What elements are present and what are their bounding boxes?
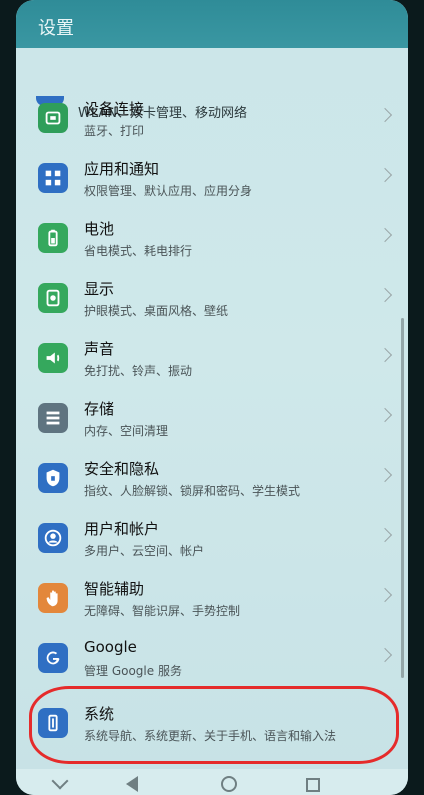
chevron-right-icon xyxy=(377,287,393,303)
item-subtitle: 免打扰、铃声、振动 xyxy=(84,364,193,378)
settings-item-sound[interactable]: 声音 免打扰、铃声、振动 xyxy=(16,330,408,390)
item-label: Google xyxy=(84,638,137,656)
settings-item-battery[interactable]: 电池 省电模式、耗电排行 xyxy=(16,210,408,270)
sound-icon xyxy=(38,343,68,373)
home-icon[interactable] xyxy=(221,776,237,792)
item-subtitle: 管理 Google 服务 xyxy=(84,664,182,678)
chevron-right-icon xyxy=(377,587,393,603)
item-subtitle: 省电模式、耗电排行 xyxy=(84,244,193,258)
shield-icon xyxy=(38,463,68,493)
item-label: 安全和隐私 xyxy=(84,460,160,478)
settings-item-apps-notifications[interactable]: 应用和通知 权限管理、默认应用、应用分身 xyxy=(16,150,408,210)
chevron-right-icon xyxy=(377,647,393,663)
chevron-right-icon xyxy=(377,467,393,483)
settings-item-storage[interactable]: 存储 内存、空间清理 xyxy=(16,390,408,450)
item-subtitle: 蓝牙、打印 xyxy=(84,124,145,138)
settings-item-users-accounts[interactable]: 用户和帐户 多用户、云空间、帐户 xyxy=(16,510,408,570)
page-title: 设置 xyxy=(38,18,74,39)
recent-apps-icon[interactable] xyxy=(306,778,320,792)
item-subtitle: 指纹、人脸解锁、锁屏和密码、学生模式 xyxy=(84,484,301,498)
chevron-right-icon xyxy=(377,227,393,243)
google-icon xyxy=(38,643,68,673)
item-subtitle: 权限管理、默认应用、应用分身 xyxy=(84,184,253,198)
header: 设置 xyxy=(16,0,408,48)
hand-icon xyxy=(38,583,68,613)
item-label: 声音 xyxy=(84,340,115,358)
display-icon xyxy=(38,283,68,313)
item-label: 显示 xyxy=(84,280,115,298)
item-label: 电池 xyxy=(84,220,115,238)
phone-screen: 设置 WLAN、双卡管理、移动网络 设备连接 蓝牙、打印 应用和通知 权限管理、… xyxy=(16,0,408,795)
apps-grid-icon xyxy=(38,163,68,193)
item-label: 存储 xyxy=(84,400,115,418)
item-subtitle: 无障碍、智能识屏、手势控制 xyxy=(84,604,241,618)
item-label: 设备连接 xyxy=(84,100,145,118)
item-subtitle: 内存、空间清理 xyxy=(84,424,169,438)
chevron-right-icon xyxy=(377,347,393,363)
item-label: 智能辅助 xyxy=(84,580,145,598)
annotation-highlight xyxy=(29,686,399,764)
user-account-icon xyxy=(38,523,68,553)
item-label: 应用和通知 xyxy=(84,160,160,178)
item-subtitle: 护眼模式、桌面风格、壁纸 xyxy=(84,304,229,318)
item-subtitle: 多用户、云空间、帐户 xyxy=(84,544,205,558)
settings-item-google[interactable]: Google 管理 Google 服务 xyxy=(16,630,408,690)
back-icon[interactable] xyxy=(126,776,138,792)
chevron-right-icon xyxy=(377,167,393,183)
chevron-right-icon xyxy=(377,107,393,123)
settings-item-device-connection[interactable]: 设备连接 蓝牙、打印 xyxy=(16,90,408,150)
wireless-network-item[interactable]: WLAN、双卡管理、移动网络 xyxy=(16,48,408,121)
battery-icon xyxy=(38,223,68,253)
settings-item-smart-assistance[interactable]: 智能辅助 无障碍、智能识屏、手势控制 xyxy=(16,570,408,630)
item-label: 用户和帐户 xyxy=(84,520,160,538)
settings-item-security-privacy[interactable]: 安全和隐私 指纹、人脸解锁、锁屏和密码、学生模式 xyxy=(16,450,408,510)
chevron-down-icon[interactable] xyxy=(51,772,69,790)
navigation-bar xyxy=(16,769,408,795)
scrollbar[interactable] xyxy=(401,318,404,678)
settings-item-display[interactable]: 显示 护眼模式、桌面风格、壁纸 xyxy=(16,270,408,330)
chevron-right-icon xyxy=(377,407,393,423)
storage-icon xyxy=(38,403,68,433)
device-connection-icon xyxy=(38,103,68,133)
chevron-right-icon xyxy=(377,527,393,543)
